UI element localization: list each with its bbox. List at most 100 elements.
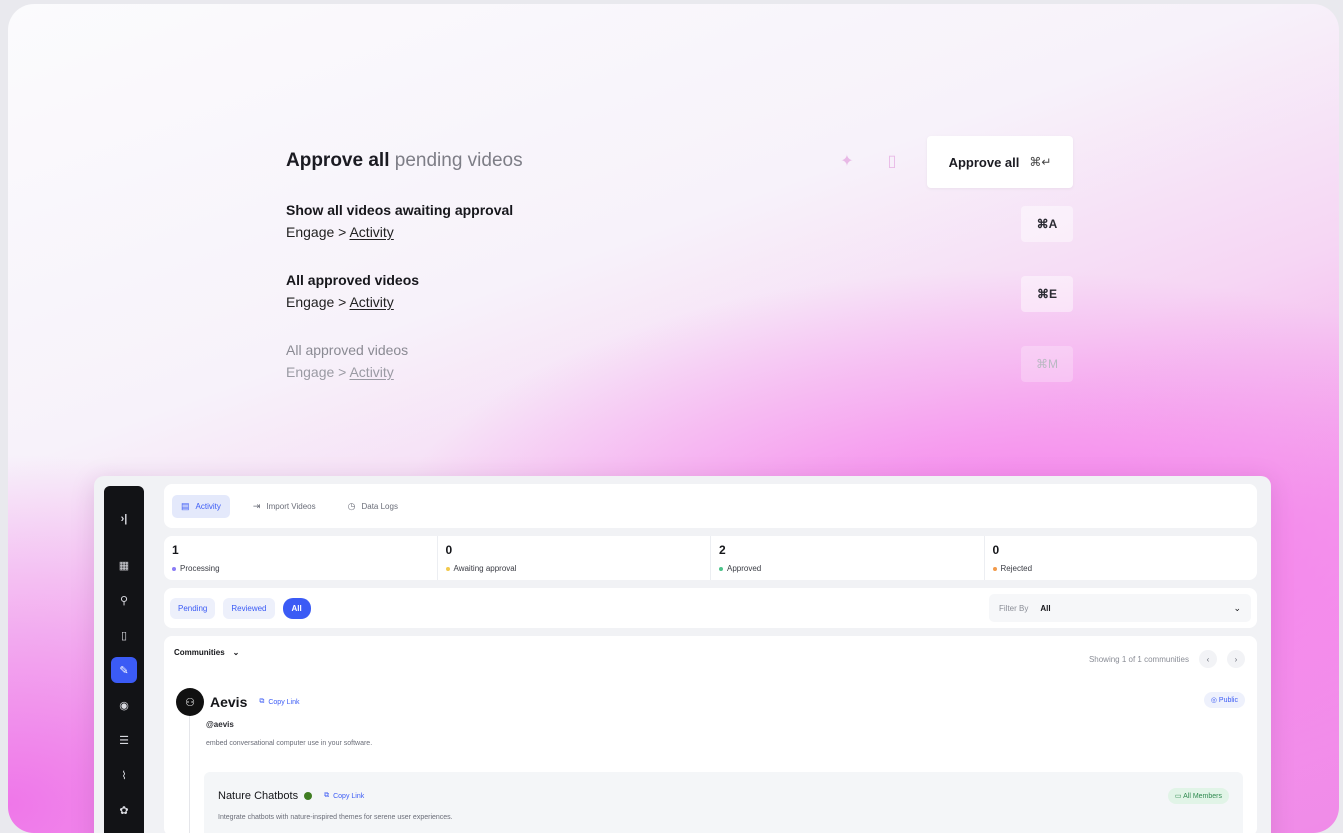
audience-label: All Members xyxy=(1183,793,1222,800)
device-icon[interactable]: ▯ xyxy=(111,622,137,648)
globe-icon: ◎ xyxy=(1210,697,1217,704)
command-title-bold: Approve all xyxy=(286,150,390,171)
command-row-title: Show all videos awaiting approval xyxy=(286,202,514,218)
collapse-sidebar-icon[interactable]: ›| xyxy=(111,506,137,532)
approve-all-button[interactable]: Approve all ⌘↵ xyxy=(927,136,1073,188)
tab-activity[interactable]: ▤ Activity xyxy=(172,494,230,518)
magic-wand-icon[interactable]: ✎ xyxy=(111,657,137,683)
copy-link-button[interactable]: ⧉ Copy Link xyxy=(259,698,299,706)
stat-label-row: Approved xyxy=(719,564,976,573)
stat-rejected: 0 Rejected xyxy=(985,536,1258,580)
approve-all-shortcut: ⌘↵ xyxy=(1029,155,1052,169)
copy-link-button[interactable]: ⧉ Copy Link xyxy=(324,792,364,800)
stat-processing: 1 Processing xyxy=(164,536,438,580)
copy-link-label: Copy Link xyxy=(268,698,300,706)
stat-label: Rejected xyxy=(1000,564,1033,573)
tab-data-logs[interactable]: ◷ Data Logs xyxy=(339,495,407,518)
community-name[interactable]: Aevis xyxy=(210,694,247,710)
app-window: ›| ▦ ⚲ ▯ ✎ ◉ ☰ ⌇ ✿ ▤ Activity ⇥ Import V… xyxy=(94,476,1271,833)
path-prefix: Engage > xyxy=(286,294,347,310)
stat-label-row: Rejected xyxy=(992,564,1250,573)
analytics-icon[interactable]: ⌇ xyxy=(111,762,137,788)
stat-value: 1 xyxy=(172,543,179,557)
filter-by-value: All xyxy=(1040,603,1051,613)
chevron-down-icon: ⌄ xyxy=(1233,602,1241,613)
filter-chip-reviewed[interactable]: Reviewed xyxy=(223,597,275,619)
stat-value: 2 xyxy=(719,543,726,557)
command-row-path: Engage > Activity xyxy=(286,294,394,310)
copy-icon: ⧉ xyxy=(259,698,265,705)
filter-bar: Pending Reviewed All Filter By All ⌄ xyxy=(164,588,1257,628)
sliders-icon[interactable]: ☰ xyxy=(111,727,137,753)
tree-connector xyxy=(189,716,190,833)
audience-badge: ▭ All Members xyxy=(1167,788,1229,804)
pagination: Showing 1 of 1 communities ‹ › xyxy=(1089,650,1245,668)
path-prefix: Engage > xyxy=(286,364,347,380)
status-dot xyxy=(445,566,450,571)
command-title-light: pending videos xyxy=(394,150,523,171)
icon-sidebar: ›| ▦ ⚲ ▯ ✎ ◉ ☰ ⌇ ✿ xyxy=(104,486,144,833)
path-link-activity[interactable]: Activity xyxy=(349,294,393,310)
command-palette-header: Approve all pending videos ✦ ▯ Approve a… xyxy=(286,136,1073,192)
stat-approved: 2 Approved xyxy=(711,536,985,580)
community-avatar: ⚇ xyxy=(176,688,204,716)
filter-chip-pending[interactable]: Pending xyxy=(170,597,216,619)
communities-dropdown[interactable]: Communities ⌄ xyxy=(174,648,1247,657)
dashboard-icon[interactable]: ▦ xyxy=(111,552,137,578)
stat-value: 0 xyxy=(445,543,453,557)
community-handle: @aevis xyxy=(206,720,234,729)
sub-community-card[interactable]: Nature Chatbots ⧉ Copy Link Integrate ch… xyxy=(204,772,1243,833)
sub-community-name: Nature Chatbots xyxy=(218,790,299,802)
chevron-down-icon: ⌄ xyxy=(232,648,240,657)
copy-link-label: Copy Link xyxy=(333,792,365,800)
status-dot xyxy=(719,566,723,571)
tab-label: Activity xyxy=(195,501,221,511)
filter-by-select[interactable]: Filter By All ⌄ xyxy=(989,594,1251,622)
path-link-activity[interactable]: Activity xyxy=(349,364,393,380)
activity-icon: ▤ xyxy=(181,500,190,511)
stat-label: Processing xyxy=(180,564,220,573)
command-palette: Approve all pending videos ✦ ▯ Approve a… xyxy=(286,136,1073,402)
globe-icon[interactable]: ◉ xyxy=(111,692,137,718)
stat-label-row: Awaiting approval xyxy=(445,564,703,573)
stat-label: Awaiting approval xyxy=(453,564,517,573)
shortcut-key: ⌘A xyxy=(1021,206,1073,242)
tab-label: Import Videos xyxy=(266,501,316,511)
next-page-button[interactable]: › xyxy=(1227,650,1245,668)
filter-chip-all[interactable]: All xyxy=(282,597,311,619)
tab-label: Data Logs xyxy=(361,501,398,511)
stat-label-row: Processing xyxy=(172,564,429,573)
background-frame: Approve all pending videos ✦ ▯ Approve a… xyxy=(8,4,1339,833)
sparkle-icon[interactable]: ✦ xyxy=(836,151,858,173)
command-row-awaiting[interactable]: Show all videos awaiting approval Engage… xyxy=(286,192,1073,262)
communities-heading: Communities xyxy=(174,648,225,657)
members-icon: ▭ xyxy=(1174,793,1182,800)
document-icon[interactable]: ▯ xyxy=(881,151,903,173)
community-header: ⚇ Aevis ⧉ Copy Link xyxy=(176,688,300,716)
leaf-icon xyxy=(304,792,313,800)
path-prefix: Engage > xyxy=(286,224,347,240)
shortcut-key: ⌘M xyxy=(1021,346,1073,382)
command-row-approved[interactable]: All approved videos Engage > Activity ⌘E xyxy=(286,262,1073,332)
tab-import-videos[interactable]: ⇥ Import Videos xyxy=(244,495,325,518)
approve-all-label: Approve all xyxy=(948,154,1020,170)
path-link-activity[interactable]: Activity xyxy=(349,224,393,240)
command-row-path: Engage > Activity xyxy=(286,224,394,240)
stat-awaiting-approval: 0 Awaiting approval xyxy=(438,536,711,580)
main-content: ▤ Activity ⇥ Import Videos ◷ Data Logs 1… xyxy=(164,484,1257,833)
settings-icon[interactable]: ✿ xyxy=(111,797,137,823)
command-row-title: All approved videos xyxy=(286,272,420,288)
visibility-badge: ◎ Public xyxy=(1203,692,1245,708)
stat-label: Approved xyxy=(727,564,762,573)
command-row-title: All approved videos xyxy=(286,342,409,358)
prev-page-button[interactable]: ‹ xyxy=(1199,650,1217,668)
tab-bar: ▤ Activity ⇥ Import Videos ◷ Data Logs xyxy=(164,484,1257,528)
shortcut-key: ⌘E xyxy=(1021,276,1073,312)
command-title: Approve all pending videos xyxy=(286,150,523,172)
integrations-icon[interactable]: ⚲ xyxy=(111,587,137,613)
sub-community-title: Nature Chatbots ⧉ Copy Link xyxy=(218,790,364,802)
command-row-approved-faded[interactable]: All approved videos Engage > Activity ⌘M xyxy=(286,332,1073,402)
communities-panel: Communities ⌄ Showing 1 of 1 communities… xyxy=(164,636,1257,833)
stat-value: 0 xyxy=(992,543,1000,557)
copy-icon: ⧉ xyxy=(324,792,330,799)
